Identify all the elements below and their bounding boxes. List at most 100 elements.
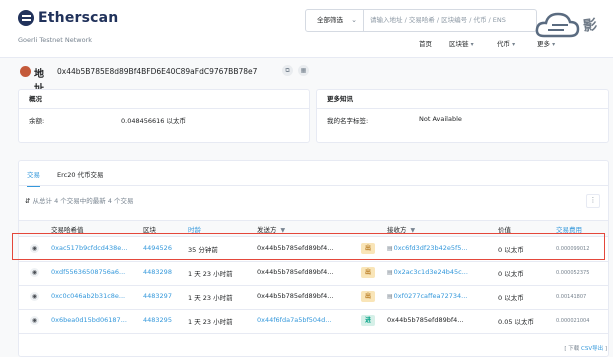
contract-icon: ▤ (387, 269, 393, 276)
col-from-label: 发送方 (257, 226, 277, 234)
search-bar: 全部筛选 ⌄ 请输入地址 / 交易哈希 / 区块编号 / 代币 / ENS (305, 9, 537, 32)
to-address-text: 0xf0277caffea72734... (393, 292, 468, 300)
address-avatar-icon (20, 66, 31, 77)
watermark-cloud-icon (535, 12, 580, 38)
txn-age: 1 天 23 小时前 (188, 294, 233, 302)
col-txn-hash: 交易哈希值 (51, 226, 84, 234)
txn-fee: 0.000021004 (556, 318, 590, 324)
contract-icon: ▤ (387, 245, 393, 252)
contract-icon: ▤ (387, 293, 393, 300)
table-row: ◉ 0xc0c046ab2b31c8e... 4483297 1 天 23 小时… (19, 285, 608, 310)
to-address-link[interactable]: ▤0xc6fd3df23b42e5f5... (387, 244, 468, 252)
summary-text: 从总计 4 个交易中的最新 4 个交易 (32, 197, 134, 205)
csv-export-link[interactable]: CSV导出 (581, 346, 603, 352)
col-from: 发送方 ▼ (257, 224, 285, 234)
csv-export-prefix: [ 下载 (564, 346, 581, 352)
from-address: 0x44b5b785efd89bf4... (257, 292, 334, 300)
direction-badge: 出 (361, 243, 375, 254)
col-to-label: 接收方 (387, 226, 407, 234)
txn-value: 0.05 以太币 (498, 318, 535, 326)
block-link[interactable]: 4494526 (143, 244, 172, 252)
sort-icon: ⇵ (25, 197, 33, 205)
nav-item-label: 首页 (419, 40, 432, 48)
filter-icon[interactable]: ▼ (411, 227, 416, 234)
txn-value: 0 以太币 (498, 246, 524, 254)
block-link[interactable]: 4483295 (143, 316, 172, 324)
network-label: Goerli Testnet Network (18, 36, 93, 44)
to-address-text: 0x2ac3c1d3e24b45c... (393, 268, 468, 276)
name-tag-label: 我的名字标签: (327, 117, 369, 125)
balance-label: 余额: (29, 117, 45, 125)
txn-fee: 0.000052375 (556, 270, 590, 276)
from-address: 0x44b5b785efd89bf4... (257, 244, 334, 252)
table-row: ◉ 0x6bea0d15bd06187... 4483295 1 天 23 小时… (19, 309, 608, 334)
more-info-card: 更多知讯 我的名字标签: Not Available (316, 89, 609, 143)
tabs-divider (19, 185, 608, 186)
chevron-down-icon: ⌄ (351, 16, 357, 24)
chevron-down-icon: ▾ (470, 41, 474, 48)
txn-value: 0 以太币 (498, 294, 524, 302)
search-filter-label: 全部筛选 (317, 16, 343, 24)
direction-badge: 出 (361, 267, 375, 278)
balance-value: 0.048456616 以太币 (121, 117, 186, 125)
eye-icon[interactable]: ◉ (30, 244, 39, 253)
from-address-link[interactable]: 0x44f6fda7a5bf504d... (257, 316, 331, 324)
nav-item-home[interactable]: 首页 (419, 38, 432, 48)
qr-code-icon[interactable]: ▦ (298, 65, 309, 76)
nav-item-blockchain[interactable]: 区块链 ▾ (449, 38, 474, 48)
more-options-icon[interactable]: ⋮ (586, 194, 600, 208)
from-address: 0x44b5b785efd89bf4... (257, 268, 334, 276)
table-row: ◉ 0xdf55636508756a6... 4483298 1 天 23 小时… (19, 261, 608, 286)
to-address: 0x44b5b785efd89bf4... (387, 316, 464, 324)
overview-card: 概况 余额: 0.048456616 以太币 (18, 89, 310, 143)
to-address-link[interactable]: ▤0x2ac3c1d3e24b45c... (387, 268, 468, 276)
eye-icon[interactable]: ◉ (30, 292, 39, 301)
csv-export-suffix: ] (603, 346, 607, 352)
watermark-logo: 影 (582, 17, 599, 35)
chevron-down-icon: ▾ (512, 41, 516, 48)
col-value: 价值 (498, 226, 511, 234)
nav-item-label: 代币 (497, 40, 510, 48)
filter-icon[interactable]: ▼ (281, 227, 286, 234)
search-filter-select[interactable]: 全部筛选 ⌄ (306, 10, 364, 31)
to-address-link[interactable]: ▤0xf0277caffea72734... (387, 292, 467, 300)
to-address-text: 0xc6fd3df23b42e5f5... (393, 244, 468, 252)
txn-age: 1 天 23 小时前 (188, 318, 233, 326)
overview-title: 概况 (19, 90, 309, 109)
block-link[interactable]: 4483297 (143, 292, 172, 300)
transactions-card: 交易 Erc20 代币交易 ⇵ 从总计 4 个交易中的最新 4 个交易 ⋮ 交易… (18, 160, 609, 357)
col-to: 接收方 ▼ (387, 224, 415, 234)
direction-badge: 进 (361, 315, 375, 326)
block-link[interactable]: 4483298 (143, 268, 172, 276)
txn-hash-link[interactable]: 0xdf55636508756a6... (51, 268, 125, 276)
txn-age: 35 分钟前 (188, 246, 218, 254)
txn-fee: 0.000099012 (556, 246, 590, 252)
txn-fee: 0.00141807 (556, 294, 587, 300)
etherscan-logo-icon[interactable] (18, 10, 34, 26)
more-info-title: 更多知讯 (317, 90, 608, 109)
transactions-summary: ⇵ 从总计 4 个交易中的最新 4 个交易 (25, 195, 134, 205)
txn-value: 0 以太币 (498, 270, 524, 278)
txn-age: 1 天 23 小时前 (188, 270, 233, 278)
txn-hash-link[interactable]: 0xac517b9cfdcd438e... (51, 244, 128, 252)
eye-icon[interactable]: ◉ (30, 316, 39, 325)
tab-erc20-transfers[interactable]: Erc20 代币交易 (57, 169, 104, 179)
txn-hash-link[interactable]: 0xc0c046ab2b31c8e... (51, 292, 125, 300)
name-tag-value: Not Available (419, 115, 462, 123)
eye-icon[interactable]: ◉ (30, 268, 39, 277)
nav-item-tokens[interactable]: 代币 ▾ (497, 38, 515, 48)
search-input[interactable]: 请输入地址 / 交易哈希 / 区块编号 / 代币 / ENS (370, 10, 506, 31)
col-txn-fee[interactable]: 交易费用 (556, 224, 582, 234)
nav-item-label: 区块链 (449, 40, 469, 48)
txn-hash-link[interactable]: 0x6bea0d15bd06187... (51, 316, 127, 324)
table-header: 交易哈希值 区块 时龄 发送方 ▼ 接收方 ▼ 价值 交易费用 (19, 220, 608, 237)
csv-export: [ 下载 CSV导出 ] (564, 344, 607, 352)
brand-name[interactable]: Etherscan (38, 10, 118, 26)
col-age[interactable]: 时龄 (188, 224, 201, 234)
col-block: 区块 (143, 226, 156, 234)
copy-icon[interactable]: ⧉ (282, 65, 293, 76)
table-row: ◉ 0xac517b9cfdcd438e... 4494526 35 分钟前 0… (19, 237, 608, 262)
direction-badge: 出 (361, 291, 375, 302)
top-header: Etherscan Goerli Testnet Network 全部筛选 ⌄ … (0, 0, 613, 58)
address-value: 0x44b5B785E8d89Bf4BFD6E40C89aFdC9767BB78… (57, 67, 258, 76)
